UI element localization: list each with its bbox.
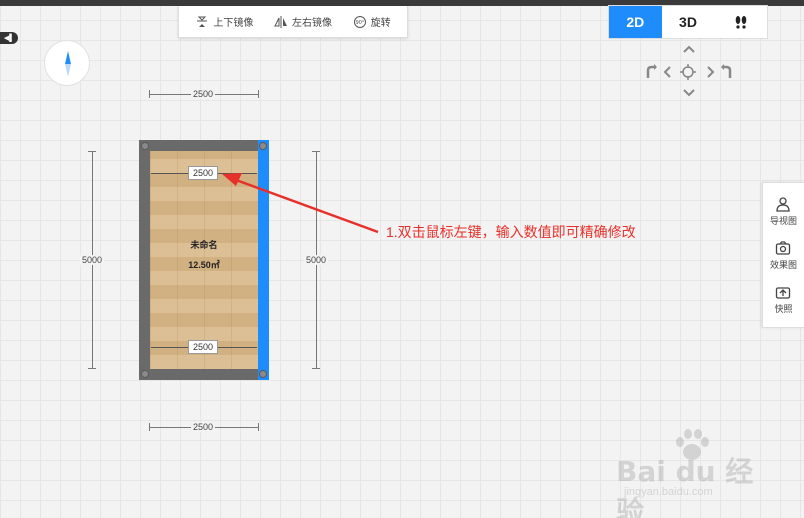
watermark-url: jingyan.baidu.com [624, 486, 713, 498]
watermark-brand: Bai du 经验 [616, 455, 754, 518]
baidu-jingyan-watermark: Bai du 经验 jingyan.baidu.com [616, 428, 766, 518]
annotation-text: 1.双击鼠标左键，输入数值即可精确修改 [386, 224, 636, 240]
